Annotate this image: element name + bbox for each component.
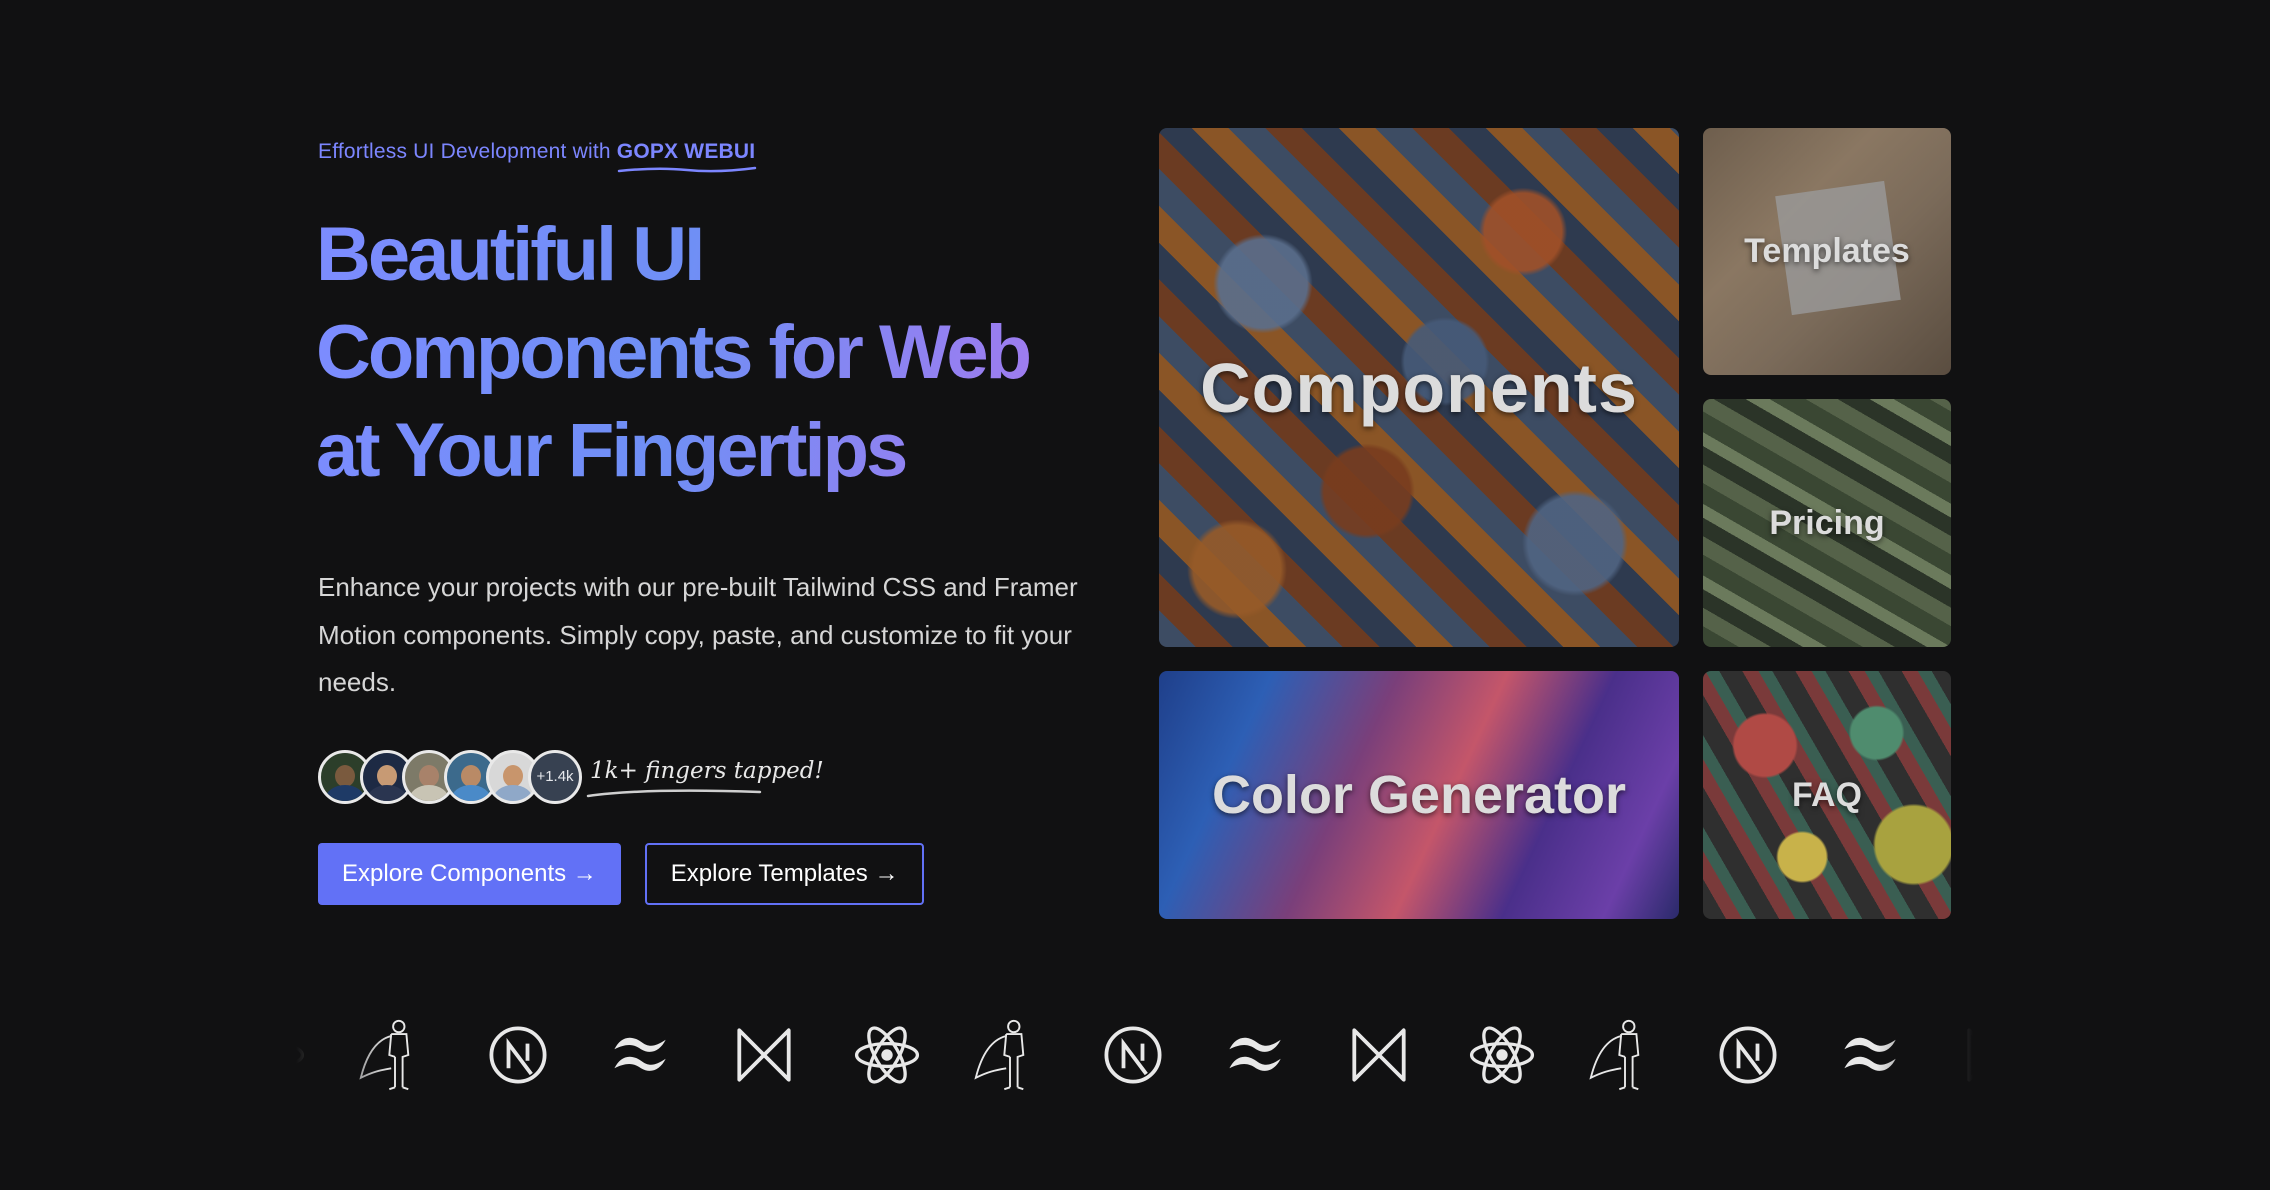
tapped-caption: 1k+ fingers tapped!	[586, 757, 824, 797]
social-proof: +1.4k 1k+ fingers tapped!	[318, 747, 1118, 807]
tailwind-icon	[1211, 1010, 1301, 1100]
nextjs-icon	[1088, 1010, 1178, 1100]
underline-squiggle-icon	[617, 166, 757, 173]
templates-tile-label: Templates	[1744, 232, 1910, 270]
faq-tile[interactable]: FAQ	[1703, 671, 1951, 919]
eyebrow-prefix: Effortless UI Development with	[318, 140, 611, 163]
tech-logo-marquee	[272, 1010, 1997, 1100]
underline-swash-icon	[586, 788, 762, 797]
color-generator-tile-label: Color Generator	[1211, 765, 1627, 825]
hero-description: Enhance your projects with our pre-built…	[318, 572, 1078, 697]
superhero-icon	[1580, 1010, 1670, 1100]
explore-templates-button[interactable]: Explore Templates →	[644, 842, 925, 905]
react-icon	[1457, 1010, 1547, 1100]
explore-components-button[interactable]: Explore Components →	[318, 842, 621, 905]
framer-motion-icon	[1949, 1010, 1997, 1100]
superhero-icon	[350, 1010, 440, 1100]
react-icon	[842, 1010, 932, 1100]
tailwind-icon	[596, 1010, 686, 1100]
page-title: Beautiful UI Components for Web at Your …	[316, 206, 1118, 500]
templates-tile[interactable]: Templates	[1703, 128, 1951, 375]
avatar-more-count[interactable]: +1.4k	[528, 749, 582, 804]
pricing-tile-label: Pricing	[1769, 503, 1885, 542]
eyebrow-text: Effortless UI Development with GOPX WEBU…	[318, 140, 1118, 173]
headline-line-1: Beautiful UI	[316, 212, 703, 297]
components-tile[interactable]: Components	[1159, 128, 1679, 647]
brand-link[interactable]: GOPX WEBUI	[616, 140, 757, 173]
color-generator-tile[interactable]: Color Generator	[1159, 671, 1679, 919]
superhero-icon	[965, 1010, 1055, 1100]
framer-motion-icon	[719, 1010, 809, 1100]
pricing-tile[interactable]: Pricing	[1703, 399, 1951, 647]
react-icon	[272, 1010, 317, 1100]
nextjs-icon	[1703, 1010, 1793, 1100]
components-tile-label: Components	[1200, 348, 1638, 427]
tailwind-icon	[1826, 1010, 1916, 1100]
faq-tile-label: FAQ	[1792, 775, 1862, 814]
tapped-text: 1k+ fingers tapped!	[590, 757, 824, 784]
hero-section: Effortless UI Development with GOPX WEBU…	[318, 140, 1118, 905]
nextjs-icon	[473, 1010, 563, 1100]
headline-line-2: Components for Web	[316, 310, 1030, 395]
brand-name: GOPX WEBUI	[616, 140, 756, 163]
framer-motion-icon	[1334, 1010, 1424, 1100]
headline-line-3: at Your Fingertips	[316, 408, 906, 493]
cta-group: Explore Components → Explore Templates →	[318, 842, 1118, 905]
